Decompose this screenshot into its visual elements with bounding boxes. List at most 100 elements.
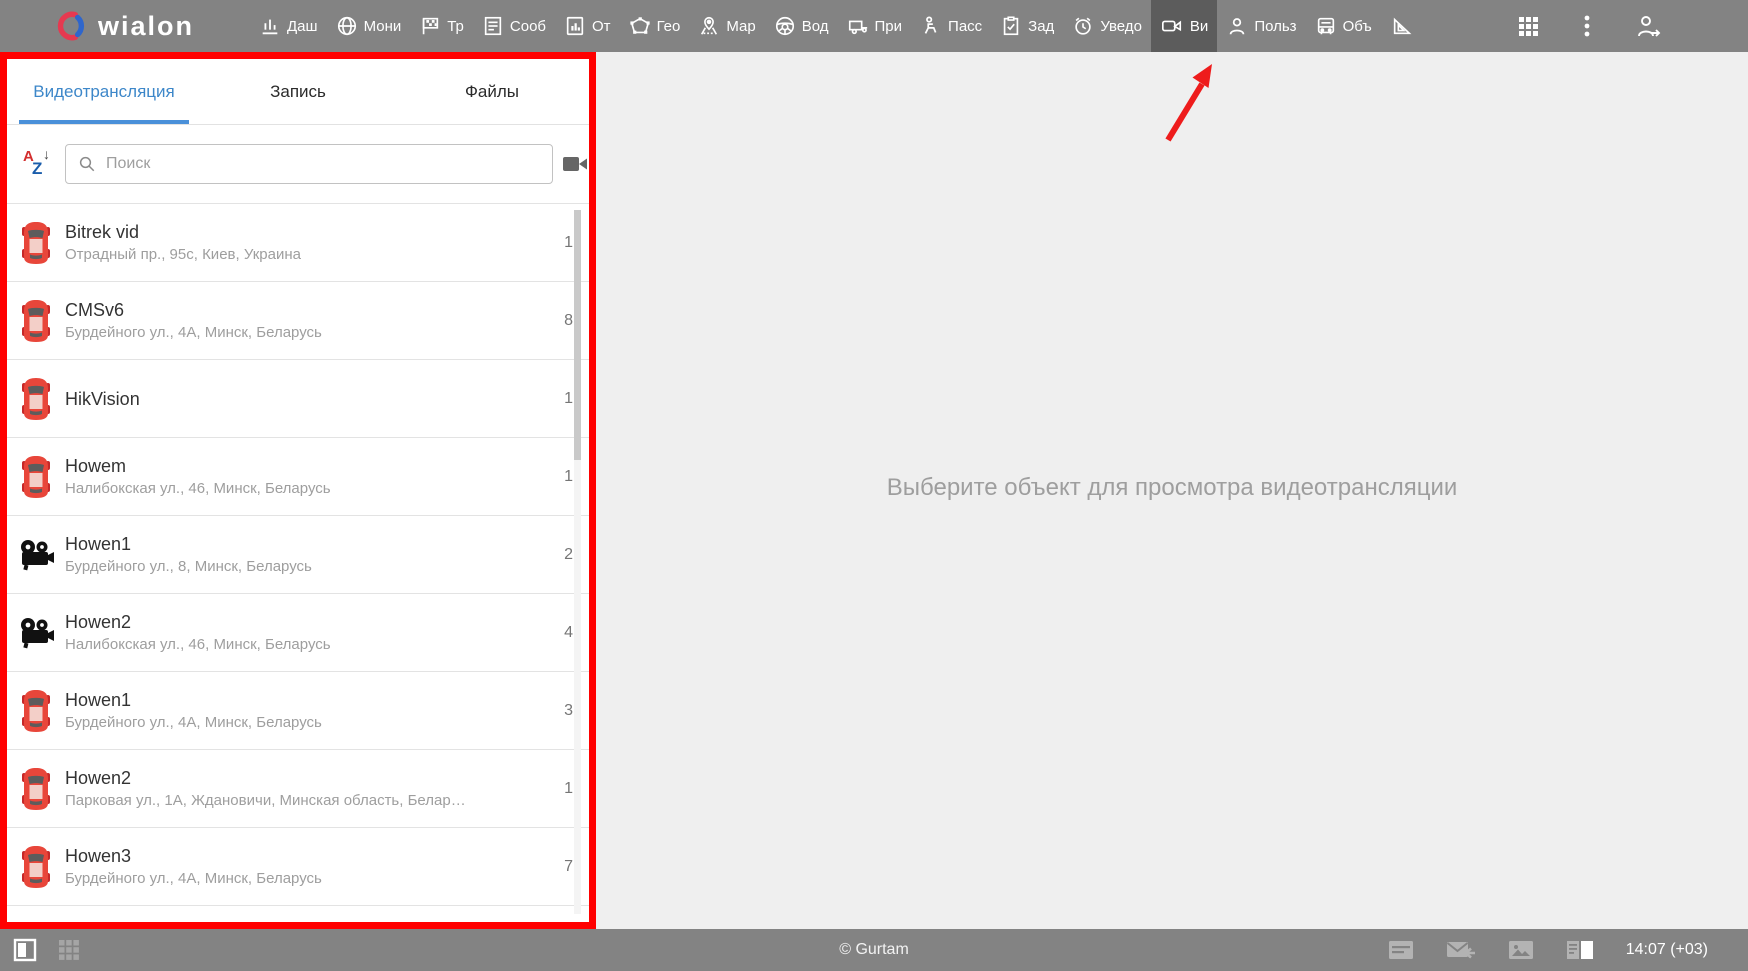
logo-text: wialon (98, 11, 194, 42)
list-item[interactable]: Jv100 H (7, 905, 589, 929)
tab-recording[interactable]: Запись (201, 59, 395, 124)
search-icon (78, 155, 96, 173)
top-menu: Даш Мони Тр Сооб От Гео Мар Вод (250, 0, 1429, 52)
menu-item-label: Даш (287, 18, 318, 35)
account-button[interactable] (1634, 13, 1662, 39)
search-box (65, 144, 553, 184)
menu-item-reports[interactable]: От (555, 0, 620, 52)
layout-grid-button[interactable] (57, 938, 81, 962)
unit-camera-count: 3 (539, 702, 589, 720)
copyright: © Gurtam (596, 941, 1152, 959)
car-icon (20, 377, 52, 421)
alarm-clock-icon (1072, 15, 1094, 37)
tab-video-stream[interactable]: Видеотрансляция (7, 59, 201, 124)
tab-files[interactable]: Файлы (395, 59, 589, 124)
list-item[interactable]: Howen2 Налибокская ул., 46, Минск, Белар… (7, 593, 589, 671)
unit-name: Howen1 (65, 534, 539, 554)
media-gallery-button[interactable] (1508, 939, 1534, 961)
footer-right-controls: 14:07 (+03) (1388, 939, 1748, 961)
list-item[interactable]: Howen1 Бурдейного ул., 4А, Минск, Белару… (7, 671, 589, 749)
menu-item-label: Пасс (948, 18, 982, 35)
menu-item-video[interactable]: Ви (1151, 0, 1217, 52)
movie-camera-icon (18, 539, 54, 571)
unit-address: Бурдейного ул., 4А, Минск, Беларусь (65, 870, 539, 887)
unit-address: Налибокская ул., 46, Минск, Беларусь (65, 636, 539, 653)
passenger-icon (920, 15, 942, 37)
unit-address: Парковая ул., 1А, Ждановичи, Минская обл… (65, 792, 539, 809)
list-item[interactable]: Howen1 Бурдейного ул., 8, Минск, Беларус… (7, 515, 589, 593)
car-icon (20, 299, 52, 343)
menu-item-routes[interactable]: Мар (689, 0, 764, 52)
list-item[interactable]: Howen3 Бурдейного ул., 4А, Минск, Белару… (7, 827, 589, 905)
menu-item-label: Вод (802, 18, 829, 35)
footer-left-controls (13, 938, 81, 962)
menu-item-trailers[interactable]: При (838, 0, 912, 52)
mail-import-icon (1446, 939, 1476, 961)
menu-item-tools[interactable] (1381, 0, 1429, 52)
menu-item-label: Сооб (510, 18, 546, 35)
list-item[interactable]: Howem Налибокская ул., 46, Минск, Белару… (7, 437, 589, 515)
car-icon (20, 689, 52, 733)
menu-item-label: Уведо (1100, 18, 1142, 35)
menu-item-tracks[interactable]: Тр (410, 0, 473, 52)
unit-address: Налибокская ул., 46, Минск, Беларусь (65, 480, 539, 497)
list-item[interactable]: CMSv6 Бурдейного ул., 4А, Минск, Беларус… (7, 281, 589, 359)
apps-grid-icon (1516, 14, 1540, 38)
camera-filter-button[interactable] (561, 153, 589, 175)
unit-camera-count: 1 (539, 468, 589, 486)
panel-tabs: Видеотрансляция Запись Файлы (7, 59, 589, 125)
video-panel: Видеотрансляция Запись Файлы A↓Z (0, 52, 596, 929)
bottom-status-bar: © Gurtam 14:07 (+03) (0, 929, 1748, 971)
map-pin-icon (698, 15, 720, 37)
topbar-right-controls (1516, 13, 1748, 39)
menu-item-label: Гео (657, 18, 681, 35)
menu-item-label: Зад (1028, 18, 1054, 35)
import-messages-button[interactable] (1446, 939, 1476, 961)
sort-alphabetical-icon[interactable]: A↓Z (23, 148, 53, 180)
unit-name: Howen3 (65, 846, 539, 866)
unit-address: Бурдейного ул., 8, Минск, Беларусь (65, 558, 539, 575)
panel-scrollbar-thumb[interactable] (574, 210, 581, 460)
split-view-button[interactable] (1566, 939, 1594, 961)
ruler-icon (1390, 15, 1414, 37)
menu-item-monitoring[interactable]: Мони (327, 0, 411, 52)
top-navigation-bar: wialon Даш Мони Тр Сооб От Гео Мар (0, 0, 1748, 52)
menu-item-users[interactable]: Польз (1217, 0, 1305, 52)
movie-camera-icon (18, 617, 54, 649)
car-icon (20, 845, 52, 889)
videocam-icon (561, 153, 589, 175)
trailer-icon (847, 15, 869, 37)
list-item[interactable]: Howen2 Парковая ул., 1А, Ждановичи, Минс… (7, 749, 589, 827)
empty-state-message: Выберите объект для просмотра видеотранс… (596, 474, 1748, 502)
menu-item-label: Тр (447, 18, 464, 35)
unit-name: HikVision (65, 389, 539, 409)
list-item[interactable]: Bitrek vid Отрадный пр., 95с, Киев, Укра… (7, 203, 589, 281)
notes-log-button[interactable] (1388, 939, 1414, 961)
log-document-icon (1388, 939, 1414, 961)
split-panel-icon (1566, 939, 1594, 961)
list-item[interactable]: HikVision 1 (7, 359, 589, 437)
search-input[interactable] (104, 154, 552, 174)
menu-item-drivers[interactable]: Вод (765, 0, 838, 52)
menu-item-messages[interactable]: Сооб (473, 0, 555, 52)
image-icon (1508, 939, 1534, 961)
toggle-left-panel-button[interactable] (13, 938, 37, 962)
car-icon (20, 221, 52, 265)
unit-address: Отрадный пр., 95с, Киев, Украина (65, 246, 539, 263)
menu-item-dashboard[interactable]: Даш (250, 0, 327, 52)
flag-icon (419, 15, 441, 37)
apps-grid-button[interactable] (1516, 14, 1540, 38)
car-icon (20, 767, 52, 811)
menu-item-geofences[interactable]: Гео (620, 0, 690, 52)
bar-chart-icon (259, 15, 281, 37)
kebab-menu-icon (1584, 14, 1590, 38)
more-menu-button[interactable] (1584, 14, 1590, 38)
unit-camera-count: 1 (539, 234, 589, 252)
menu-item-passengers[interactable]: Пасс (911, 0, 991, 52)
unit-camera-count: 1 (539, 780, 589, 798)
menu-item-units[interactable]: Объ (1306, 0, 1381, 52)
menu-item-notifications[interactable]: Уведо (1063, 0, 1151, 52)
menu-item-jobs[interactable]: Зад (991, 0, 1063, 52)
search-row: A↓Z (7, 125, 589, 203)
unit-list: Bitrek vid Отрадный пр., 95с, Киев, Укра… (7, 203, 589, 929)
